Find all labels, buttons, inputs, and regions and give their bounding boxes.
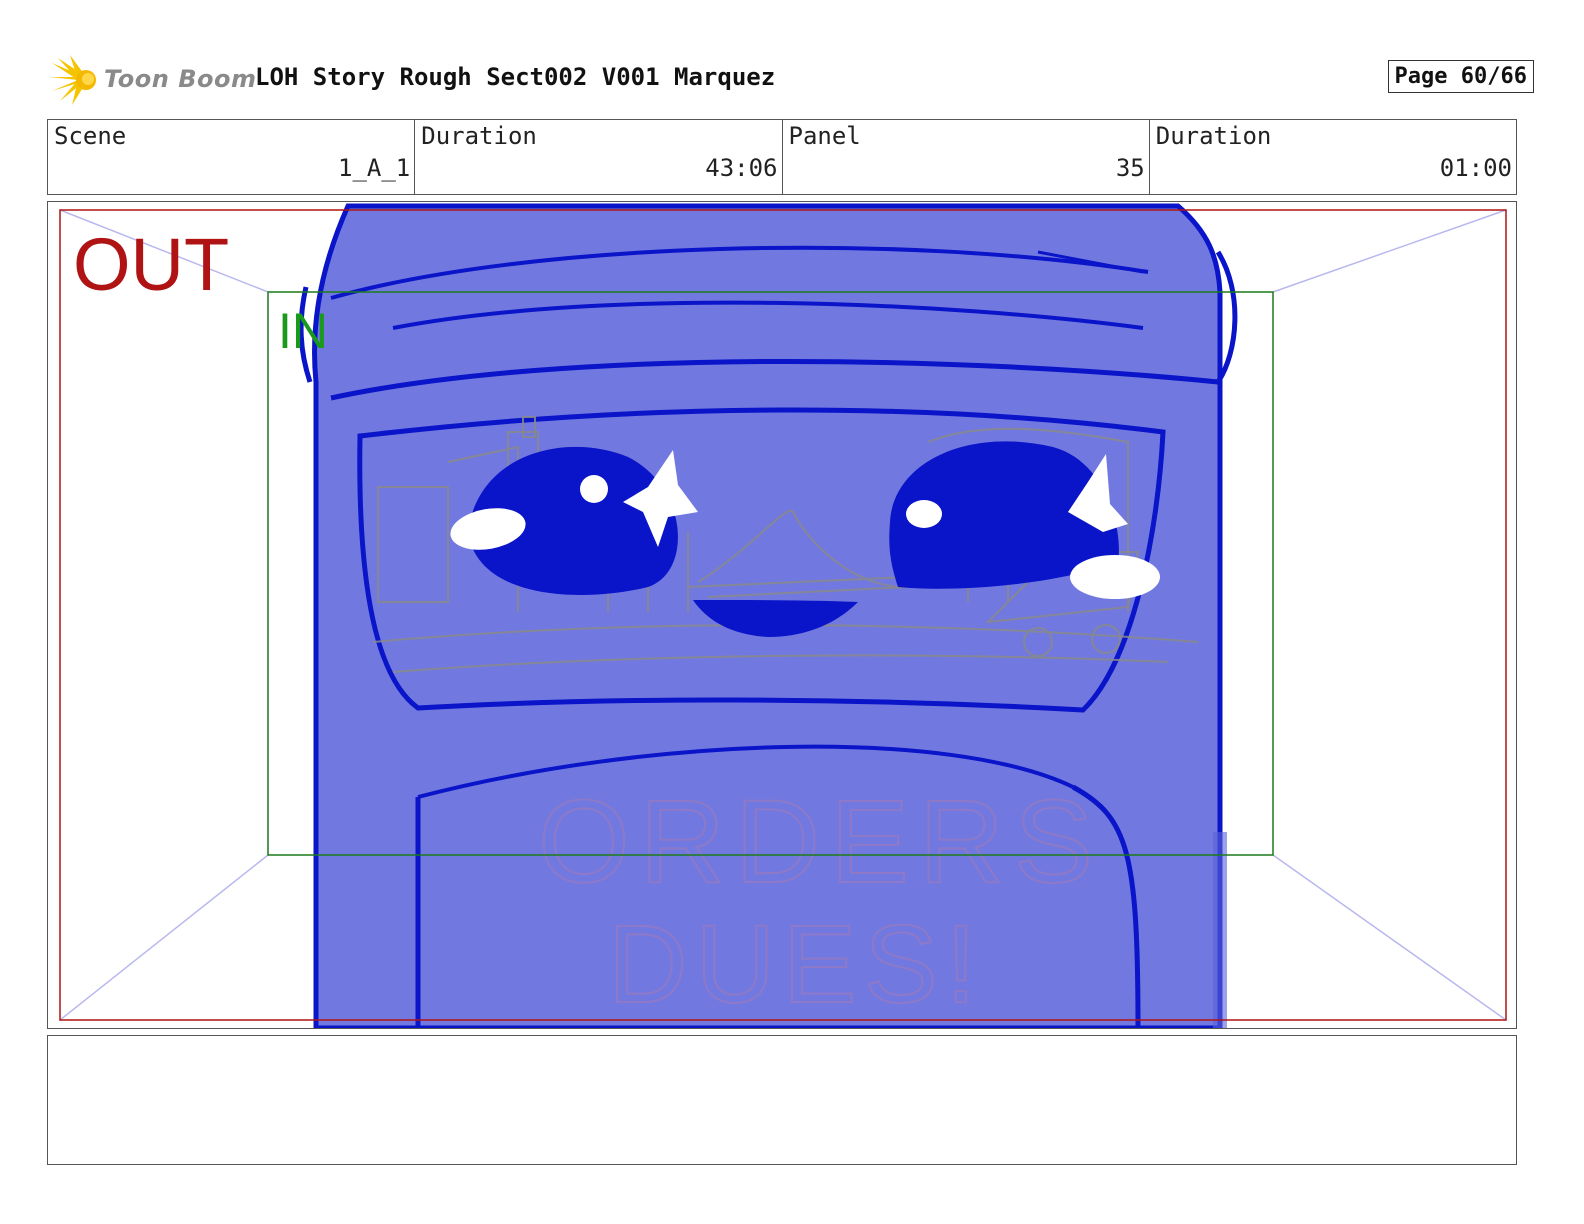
page-number: Page 60/66	[1387, 60, 1534, 93]
panel-value: 35	[1115, 154, 1145, 182]
sign-line2: DUES!	[608, 903, 984, 1026]
panel-duration-label: Duration	[1155, 122, 1272, 150]
starburst-icon	[50, 55, 96, 105]
in-label: IN	[278, 303, 328, 359]
page-header: Toon Boom LOH Story Rough Sect002 V001 M…	[50, 55, 1534, 105]
toon-boom-logo: Toon Boom	[50, 55, 256, 105]
panel-duration-value: 01:00	[1439, 154, 1512, 182]
character-sketch: ORDERS DUES!	[298, 203, 1238, 1028]
panel-info-row: Scene 1_A_1 Duration 43:06 Panel 35 Dura…	[47, 119, 1517, 195]
storyboard-panel: ORDERS DUES! OUT IN	[47, 201, 1517, 1029]
scene-cell: Scene 1_A_1	[48, 120, 416, 194]
scene-duration-cell: Duration 43:06	[415, 120, 783, 194]
document-title: LOH Story Rough Sect002 V001 Marquez	[255, 63, 776, 91]
logo-text: Toon Boom	[104, 65, 257, 93]
scene-duration-value: 43:06	[705, 154, 778, 182]
sign-line1: ORDERS	[538, 776, 1103, 908]
panel-label: Panel	[788, 122, 861, 150]
panel-duration-cell: Duration 01:00	[1150, 120, 1516, 194]
scene-duration-label: Duration	[421, 122, 537, 150]
panel-cell: Panel 35	[783, 120, 1150, 194]
panel-notes	[47, 1035, 1517, 1165]
out-label: OUT	[73, 223, 230, 306]
scene-value: 1_A_1	[338, 154, 411, 182]
scene-label: Scene	[54, 122, 127, 150]
panel-drawing: ORDERS DUES!	[59, 203, 1507, 1028]
